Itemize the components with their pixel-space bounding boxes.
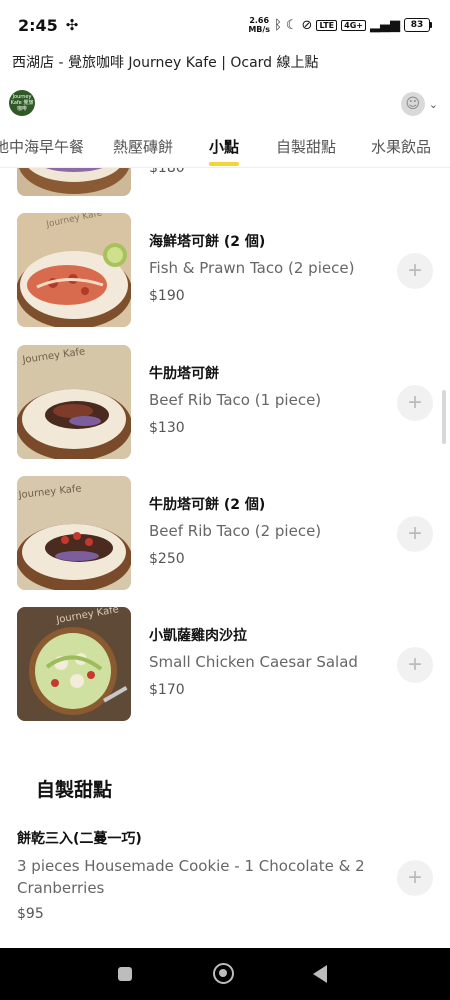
moon-icon: ☾ <box>285 17 298 33</box>
product-price: $180 <box>149 168 185 176</box>
add-to-cart-button[interactable]: + <box>397 385 433 421</box>
list-item[interactable]: Journey Kafe 海鮮塔可餅 (2 個) Fish & Prawn Ta… <box>0 213 450 331</box>
product-price: $130 <box>149 420 185 436</box>
plus-icon: + <box>407 520 422 547</box>
product-image: Journey Kafe <box>17 476 131 590</box>
home-circle-icon[interactable] <box>213 963 234 984</box>
product-price: $250 <box>149 551 185 567</box>
product-price: $170 <box>149 682 185 698</box>
status-icons: 2.66 MB/s ᛒ ☾ ⊘ LTE 4G+ ▂▄▆ 83 <box>248 16 432 34</box>
tab-desserts[interactable]: 自製甜點 <box>276 136 336 157</box>
product-name-zh: 海鮮塔可餅 (2 個) <box>149 234 266 250</box>
add-to-cart-button[interactable]: + <box>397 516 433 552</box>
recents-square-icon[interactable] <box>118 967 132 981</box>
account-menu[interactable]: ☺ ⌄ <box>400 92 438 116</box>
product-name-en[interactable]: 3 pieces Housemade Cookie - 1 Chocolate … <box>17 855 387 899</box>
active-tab-indicator <box>209 162 239 166</box>
list-item[interactable]: Journey Kafe 牛肋塔可餅 Beef Rib Taco (1 piec… <box>0 345 450 463</box>
tab-fruit-drinks[interactable]: 水果飲品 <box>371 136 431 157</box>
net-speed-unit: MB/s <box>248 25 271 34</box>
list-item-partial[interactable]: $180 <box>0 168 450 196</box>
product-name-en: Small Chicken Caesar Salad <box>149 653 358 671</box>
chevron-down-icon[interactable]: ⌄ <box>429 98 438 111</box>
logo-text: Journey Kafe 覺旅咖啡 <box>10 94 34 112</box>
plus-icon: + <box>407 651 422 678</box>
battery-icon: 83 <box>404 18 432 32</box>
header: Journey Kafe 覺旅咖啡 ☺ ⌄ <box>0 84 450 124</box>
product-image: Journey Kafe <box>17 607 131 721</box>
product-name-zh: 小凱薩雞肉沙拉 <box>149 628 247 644</box>
volte-badge: LTE <box>316 19 338 31</box>
battery-tip <box>430 22 432 28</box>
plus-icon: + <box>407 257 422 284</box>
battery-level: 83 <box>404 18 430 32</box>
status-bar: 2:45 ✣ 2.66 MB/s ᛒ ☾ ⊘ LTE 4G+ ▂▄▆ 83 <box>0 0 450 50</box>
section-title: 自製甜點 <box>36 779 113 801</box>
category-tabs: 地中海早午餐 熱壓磚餅 小點 自製甜點 水果飲品 <box>0 124 450 168</box>
product-name-zh[interactable]: 餅乾三入(二蔓一巧) <box>17 828 142 848</box>
product-image: Journey Kafe <box>17 345 131 459</box>
product-name-en: Beef Rib Taco (1 piece) <box>149 391 322 409</box>
add-to-cart-button[interactable]: + <box>397 253 433 289</box>
product-image <box>17 168 131 196</box>
add-to-cart-button[interactable]: + <box>397 860 433 896</box>
net-speed-value: 2.66 <box>249 16 270 25</box>
store-logo[interactable]: Journey Kafe 覺旅咖啡 <box>9 90 35 116</box>
product-price: $190 <box>149 288 185 304</box>
tab-mediterranean-brunch[interactable]: 地中海早午餐 <box>0 136 84 157</box>
list-item[interactable]: Journey Kafe 小凱薩雞肉沙拉 Small Chicken Caesa… <box>0 607 450 725</box>
add-to-cart-button[interactable]: + <box>397 647 433 683</box>
signal-icon: ▂▄▆ <box>370 17 400 33</box>
tab-snacks[interactable]: 小點 <box>209 136 239 157</box>
product-name-zh: 牛肋塔可餅 <box>149 366 219 382</box>
network-badge: 4G+ <box>341 19 366 31</box>
product-image: Journey Kafe <box>17 213 131 327</box>
plus-icon: + <box>407 864 422 891</box>
page-title: 西湖店 - 覺旅咖啡 Journey Kafe | Ocard 線上點 <box>12 55 319 71</box>
mute-icon: ⊘ <box>301 17 313 33</box>
fan-icon: ✣ <box>65 16 79 34</box>
status-time: 2:45 <box>18 15 58 35</box>
product-price: $95 <box>17 906 44 922</box>
avatar-icon[interactable]: ☺ <box>400 92 425 116</box>
product-name-en: Fish & Prawn Taco (2 piece) <box>149 259 355 277</box>
bluetooth-icon: ᛒ <box>274 17 282 33</box>
system-nav-bar <box>0 948 450 1000</box>
product-name-en: Beef Rib Taco (2 piece) <box>149 522 322 540</box>
back-triangle-icon[interactable] <box>313 965 327 983</box>
scrollbar[interactable] <box>442 390 446 444</box>
tab-pressed-panini[interactable]: 熱壓磚餅 <box>113 136 173 157</box>
list-item[interactable]: Journey Kafe 牛肋塔可餅 (2 個) Beef Rib Taco (… <box>0 476 450 594</box>
product-name-zh: 牛肋塔可餅 (2 個) <box>149 497 266 513</box>
plus-icon: + <box>407 389 422 416</box>
net-speed: 2.66 MB/s <box>248 16 270 34</box>
